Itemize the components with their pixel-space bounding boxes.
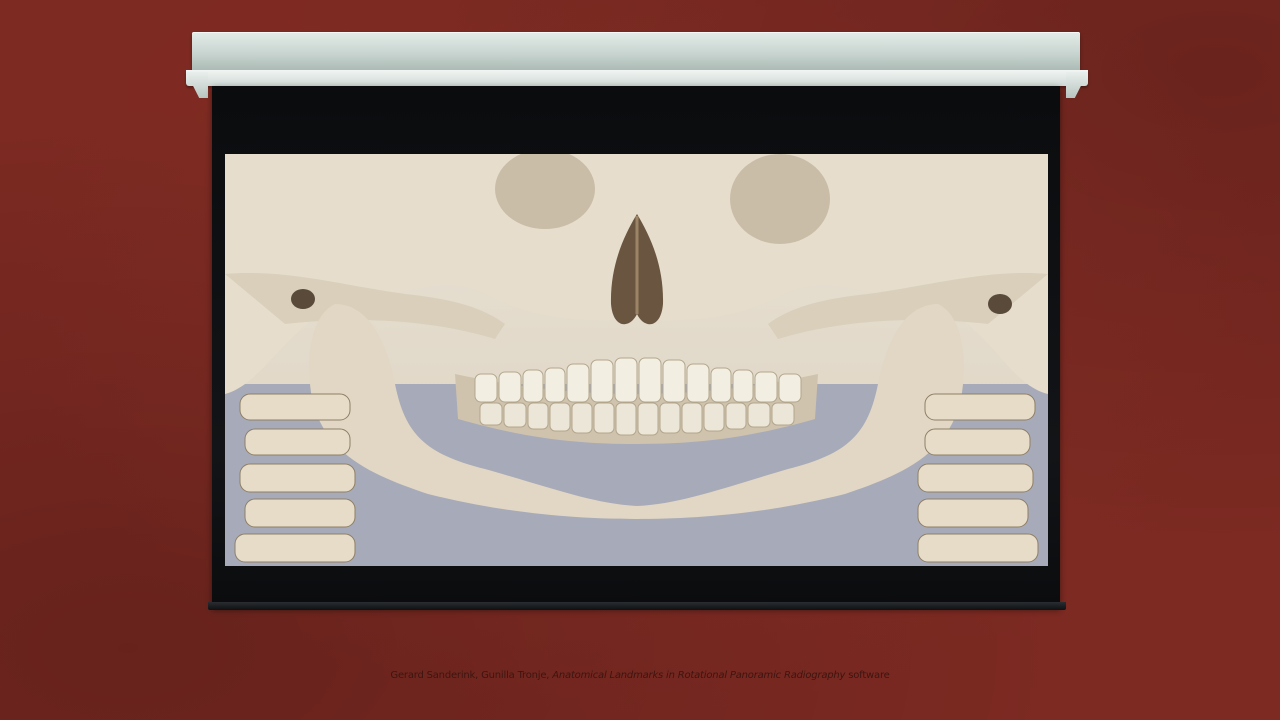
slide-caption: Gerard Sanderink, Gunilla Tronje, Anatom…: [0, 670, 1280, 681]
screen-bottom-weight-bar: [208, 602, 1066, 610]
screen-roller-lip: [186, 70, 1088, 86]
caption-authors: Gerard Sanderink, Gunilla Tronje,: [390, 670, 553, 681]
skull-illustration: [225, 154, 1048, 566]
screen-roller-bar: [192, 32, 1080, 72]
caption-suffix: software: [845, 670, 890, 681]
caption-title: Anatomical Landmarks in Rotational Panor…: [552, 670, 846, 681]
video-frame[interactable]: [225, 154, 1048, 566]
